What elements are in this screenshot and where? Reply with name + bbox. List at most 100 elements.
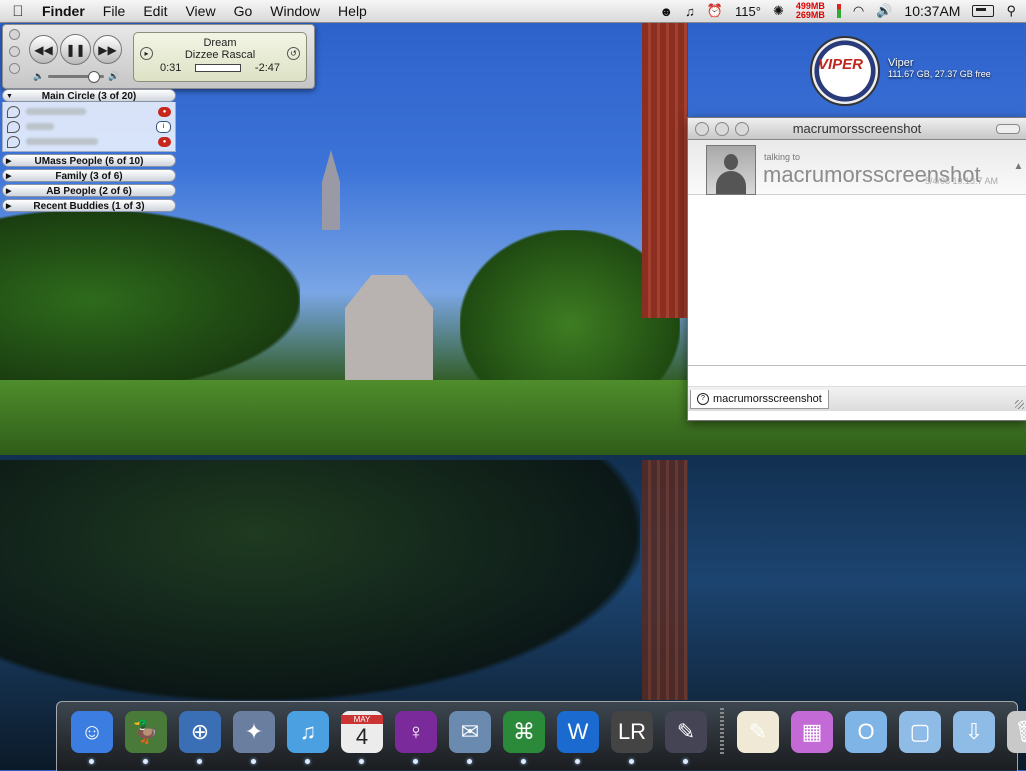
chat-title-bar[interactable]: macrumorsscreenshot xyxy=(688,118,1026,140)
toolbar-toggle-button[interactable] xyxy=(996,124,1020,134)
close-button[interactable] xyxy=(9,29,20,40)
drive-label[interactable]: Viper 111.67 GB, 27.37 GB free xyxy=(888,57,991,79)
wallpaper-trees-left xyxy=(0,210,300,390)
office-folder-glyph: O xyxy=(845,711,887,753)
song-title: Dream xyxy=(203,37,237,49)
menu-go[interactable]: Go xyxy=(225,3,262,19)
menu-app-name[interactable]: Finder xyxy=(36,3,94,19)
wifi-icon[interactable]: ◠ xyxy=(853,3,864,19)
itunes-icon[interactable]: ♫ xyxy=(286,708,330,764)
volume-low-icon: 🔈 xyxy=(33,71,45,81)
apple-menu-icon[interactable]:  xyxy=(0,3,36,20)
wallpaper-chapel-spire xyxy=(322,150,340,230)
list-item[interactable]: ● xyxy=(3,134,175,149)
buddy-list: ▼ Main Circle (3 of 20) ● i ● ▶ UMass Peop… xyxy=(2,89,176,214)
temperature-readout[interactable]: 115° xyxy=(735,4,761,19)
map-app-icon[interactable]: ⌘ xyxy=(502,708,546,764)
menu-clock[interactable]: 10:37AM xyxy=(904,3,960,19)
group-ab-people[interactable]: ▶ AB People (2 of 6) xyxy=(2,184,176,197)
trash-icon[interactable]: 🗑 xyxy=(1006,708,1026,756)
info-badge-icon: i xyxy=(156,120,171,133)
downloads-folder-icon[interactable]: ⇩ xyxy=(952,708,996,756)
previous-track-button[interactable]: ◀◀ xyxy=(29,35,58,64)
music-note-icon[interactable]: ♫ xyxy=(685,4,695,19)
circle-app-icon[interactable]: ♀ xyxy=(394,708,438,764)
network-compass-icon[interactable]: ✦ xyxy=(232,708,276,764)
ical-icon[interactable]: MAY 4 xyxy=(340,708,384,764)
snapback-icon[interactable]: ↺ xyxy=(287,47,300,60)
scroll-up-arrow-icon[interactable]: ▲ xyxy=(1011,161,1026,179)
chat-window: macrumorsscreenshot talking to macrumors… xyxy=(687,117,1026,421)
menu-window[interactable]: Window xyxy=(261,3,329,19)
documents-folder-icon[interactable]: ▢ xyxy=(898,708,942,756)
memory-monitor[interactable]: 499MB 269MB xyxy=(796,2,825,20)
finder-icon[interactable]: ☺ xyxy=(70,708,114,764)
textedit-icon[interactable]: ✎ xyxy=(736,708,780,756)
resize-grip[interactable] xyxy=(1015,400,1024,409)
safari-icon[interactable]: ⊕ xyxy=(178,708,222,764)
mail-stamp-icon[interactable]: ✉ xyxy=(448,708,492,764)
disclosure-closed-icon[interactable]: ▶ xyxy=(6,200,11,213)
viper-drive-icon[interactable]: VIPER xyxy=(810,36,880,106)
ical-month-label: MAY xyxy=(341,714,383,724)
volume-knob[interactable] xyxy=(88,71,101,83)
volume-slider[interactable]: 🔈 🔊 xyxy=(33,71,119,83)
photo-downloads-icon[interactable]: ▦ xyxy=(790,708,834,756)
disclosure-closed-icon[interactable]: ▶ xyxy=(6,185,11,198)
group-label: Main Circle (3 of 20) xyxy=(41,91,137,102)
minimize-button[interactable] xyxy=(9,46,20,57)
group-label: AB People (2 of 6) xyxy=(46,186,132,197)
downloads-folder-glyph: ⇩ xyxy=(953,711,995,753)
lightroom-icon[interactable]: LR xyxy=(610,708,654,764)
menu-file[interactable]: File xyxy=(94,3,135,19)
list-item[interactable]: ● xyxy=(3,104,175,119)
minimize-button[interactable] xyxy=(715,122,729,136)
adium-duck-icon[interactable]: 🦆 xyxy=(124,708,168,764)
volume-icon[interactable]: 🔊 xyxy=(876,3,892,19)
group-umass-people[interactable]: ▶ UMass People (6 of 10) xyxy=(2,154,176,167)
dock-separator xyxy=(720,708,724,756)
battery-icon[interactable] xyxy=(972,5,995,17)
close-button[interactable] xyxy=(695,122,709,136)
running-indicator xyxy=(575,759,580,764)
contact-avatar[interactable] xyxy=(706,145,756,195)
disclosure-open-icon[interactable]: ▼ xyxy=(6,90,13,103)
remaining-time: -2:47 xyxy=(254,62,280,74)
message-input[interactable] xyxy=(688,365,1026,387)
elapsed-time: 0:31 xyxy=(160,62,182,74)
message-transcript[interactable] xyxy=(688,195,1026,365)
adium-duck-glyph: 🦆 xyxy=(125,711,167,753)
fan-icon[interactable]: ✺ xyxy=(773,3,784,19)
chat-tab[interactable]: ? macrumorsscreenshot xyxy=(690,390,829,409)
next-track-button[interactable]: ▶▶ xyxy=(93,35,122,64)
menu-edit[interactable]: Edit xyxy=(134,3,176,19)
disclosure-closed-icon[interactable]: ▶ xyxy=(6,155,11,168)
menu-view[interactable]: View xyxy=(176,3,224,19)
alarm-clock-icon[interactable]: ⏰ xyxy=(707,3,723,19)
group-recent-buddies[interactable]: ▶ Recent Buddies (1 of 3) xyxy=(2,199,176,212)
quill-app-glyph: ✎ xyxy=(665,711,707,753)
progress-bar[interactable] xyxy=(195,64,242,72)
group-main-circle[interactable]: ▼ Main Circle (3 of 20) xyxy=(2,89,176,102)
drive-logo-text: VIPER xyxy=(818,56,864,73)
quill-app-icon[interactable]: ✎ xyxy=(664,708,708,764)
zoom-button[interactable] xyxy=(9,63,20,74)
wallpaper-chapel xyxy=(345,275,433,385)
group-family[interactable]: ▶ Family (3 of 6) xyxy=(2,169,176,182)
office-folder-icon[interactable]: O xyxy=(844,708,888,756)
list-item[interactable]: i xyxy=(3,119,175,134)
running-indicator xyxy=(251,759,256,764)
menu-help[interactable]: Help xyxy=(329,3,376,19)
monkey-menu-icon[interactable]: ☻ xyxy=(659,4,673,19)
disclosure-closed-icon[interactable]: ▶ xyxy=(6,170,11,183)
pause-button[interactable]: ❚❚ xyxy=(60,34,91,65)
word-icon[interactable]: W xyxy=(556,708,600,764)
volume-track[interactable] xyxy=(48,71,105,83)
spotlight-search-icon[interactable]: ⚲ xyxy=(1006,3,1016,19)
zoom-button[interactable] xyxy=(735,122,749,136)
running-indicator xyxy=(413,759,418,764)
speech-bubble-icon xyxy=(7,135,20,148)
play-status-icon[interactable]: ▸ xyxy=(140,47,153,60)
group-label: Recent Buddies (1 of 3) xyxy=(33,201,145,212)
window-controls xyxy=(9,29,20,74)
